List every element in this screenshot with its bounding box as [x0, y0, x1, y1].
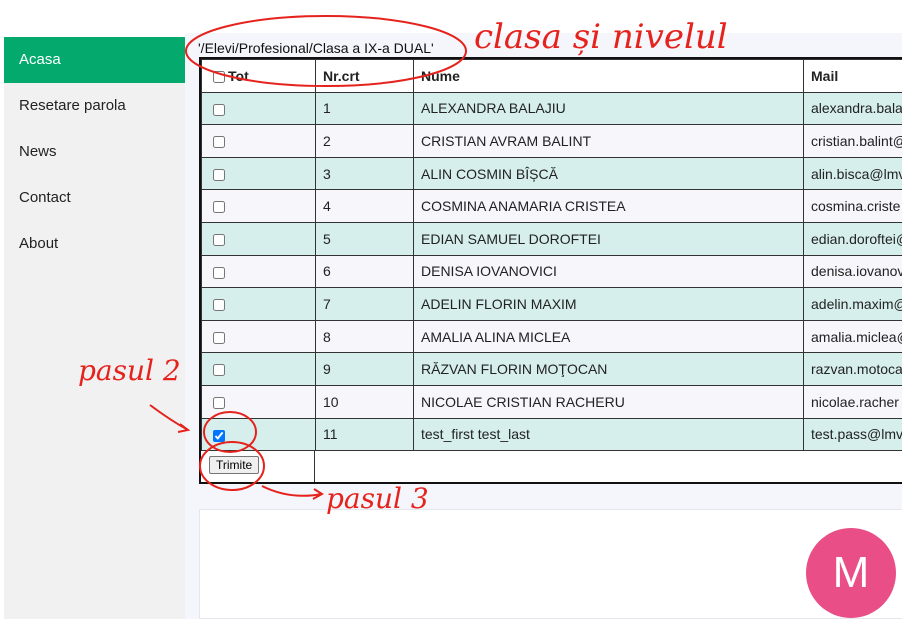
table-row: 1 ALEXANDRA BALAJIU alexandra.bala — [201, 91, 902, 126]
row-checkbox[interactable] — [213, 201, 225, 214]
table-row: 2 CRISTIAN AVRAM BALINT cristian.balint@ — [201, 124, 902, 158]
students-table: Tot Nr.crt Nume Mail 1 ALEXANDRA BALAJIU a… — [201, 59, 902, 452]
row-select-cell — [201, 91, 316, 126]
trimite-button[interactable]: Trimite — [209, 456, 260, 475]
table-row: 10 NICOLAE CRISTIAN RACHERU nicolae.racher — [201, 384, 902, 419]
table-row: 8 AMALIA ALINA MICLEA amalia.miclea@ — [201, 319, 902, 354]
table-row: 6 DENISA IOVANOVICI denisa.iovanov — [201, 254, 902, 289]
row-number: 5 — [315, 221, 414, 256]
lower-panel — [199, 509, 902, 619]
table-row: 9 RĂZVAN FLORIN MOŢOCAN razvan.motoca — [201, 352, 902, 386]
sidebar-item-about[interactable]: About — [4, 221, 185, 267]
student-mail: cristian.balint@ — [803, 124, 902, 158]
sidebar-item-contact[interactable]: Contact — [4, 175, 185, 221]
row-select-cell — [201, 287, 316, 321]
select-all-label: Tot — [228, 67, 249, 84]
table-row: 5 EDIAN SAMUEL DOROFTEI edian.doroftei@ — [201, 221, 902, 256]
row-number: 1 — [315, 91, 414, 126]
table-row: 3 ALIN COSMIN BÎȘCĂ alin.bisca@lmv — [201, 156, 902, 191]
sidebar-item-news[interactable]: News — [4, 129, 185, 175]
student-name: RĂZVAN FLORIN MOŢOCAN — [413, 352, 804, 386]
select-all-checkbox[interactable] — [213, 71, 225, 84]
row-checkbox[interactable] — [213, 299, 225, 312]
student-mail: denisa.iovanov — [803, 254, 902, 289]
table-row: 4 COSMINA ANAMARIA CRISTEA cosmina.criste — [201, 189, 902, 223]
student-mail: razvan.motoca — [803, 352, 902, 386]
row-checkbox[interactable] — [213, 397, 225, 410]
row-number: 2 — [315, 124, 414, 158]
row-checkbox[interactable] — [213, 136, 225, 149]
row-checkbox[interactable] — [213, 103, 225, 116]
row-select-cell — [201, 352, 316, 386]
row-select-cell — [201, 417, 316, 452]
student-name: COSMINA ANAMARIA CRISTEA — [413, 189, 804, 223]
student-mail: alexandra.bala — [803, 91, 902, 126]
row-checkbox[interactable] — [213, 234, 225, 247]
student-name: EDIAN SAMUEL DOROFTEI — [413, 221, 804, 256]
sidebar-item-resetare-parola[interactable]: Resetare parola — [4, 83, 185, 129]
row-select-cell — [201, 384, 316, 419]
row-select-cell — [201, 221, 316, 256]
row-number: 8 — [315, 319, 414, 354]
student-name: AMALIA ALINA MICLEA — [413, 319, 804, 354]
row-select-cell — [201, 189, 316, 223]
row-checkbox[interactable] — [213, 266, 225, 279]
student-mail: cosmina.criste — [803, 189, 902, 223]
students-table-container: Tot Nr.crt Nume Mail 1 ALEXANDRA BALAJIU a… — [199, 57, 902, 484]
student-name: ALIN COSMIN BÎȘCĂ — [413, 156, 804, 191]
row-number: 6 — [315, 254, 414, 289]
column-header-mail: Mail — [803, 59, 902, 93]
student-name: NICOLAE CRISTIAN RACHERU — [413, 384, 804, 419]
student-name: test_first test_last — [413, 417, 804, 452]
student-name: DENISA IOVANOVICI — [413, 254, 804, 289]
row-number: 3 — [315, 156, 414, 191]
row-checkbox[interactable] — [213, 429, 225, 442]
column-divider — [314, 451, 315, 482]
avatar[interactable]: M — [806, 528, 896, 618]
student-mail: edian.doroftei@ — [803, 221, 902, 256]
student-mail: adelin.maxim@ — [803, 287, 902, 321]
student-mail: amalia.miclea@ — [803, 319, 902, 354]
row-checkbox[interactable] — [213, 331, 225, 344]
row-number: 4 — [315, 189, 414, 223]
row-number: 7 — [315, 287, 414, 321]
row-number: 11 — [315, 417, 414, 452]
column-header-name: Nume — [413, 59, 804, 93]
submit-row: Trimite — [201, 451, 902, 482]
row-select-cell — [201, 319, 316, 354]
breadcrumb: '/Elevi/Profesional/Clasa a IX-a DUAL' — [198, 40, 434, 56]
student-name: ADELIN FLORIN MAXIM — [413, 287, 804, 321]
student-mail: alin.bisca@lmv — [803, 156, 902, 191]
row-select-cell — [201, 254, 316, 289]
student-mail: nicolae.racher — [803, 384, 902, 419]
row-select-cell — [201, 124, 316, 158]
table-row: 7 ADELIN FLORIN MAXIM adelin.maxim@ — [201, 287, 902, 321]
sidebar-item-acasa[interactable]: Acasa — [4, 37, 185, 83]
student-mail: test.pass@lmv — [803, 417, 902, 452]
row-select-cell — [201, 156, 316, 191]
sidebar-nav: Acasa Resetare parola News Contact About — [4, 37, 185, 619]
row-checkbox[interactable] — [213, 168, 225, 181]
select-all-header: Tot — [201, 59, 316, 93]
student-name: ALEXANDRA BALAJIU — [413, 91, 804, 126]
column-header-number: Nr.crt — [315, 59, 414, 93]
table-row: 11 test_first test_last test.pass@lmv — [201, 417, 902, 452]
student-name: CRISTIAN AVRAM BALINT — [413, 124, 804, 158]
row-number: 10 — [315, 384, 414, 419]
row-number: 9 — [315, 352, 414, 386]
row-checkbox[interactable] — [213, 364, 225, 377]
